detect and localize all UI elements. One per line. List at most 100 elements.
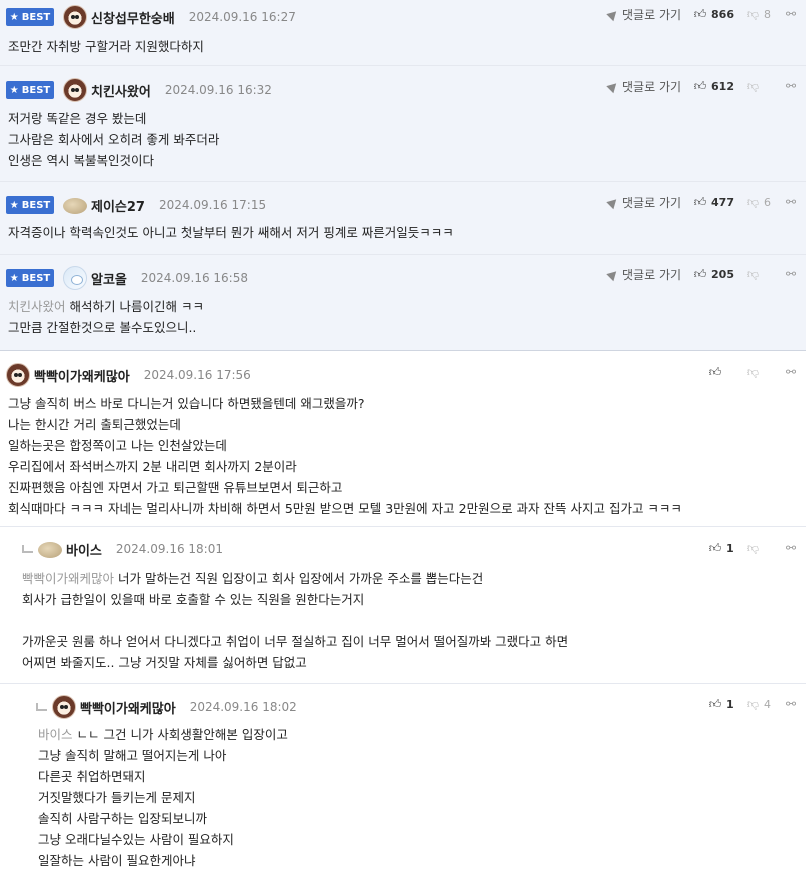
comment-text: 그사람은 회사에서 오히려 좋게 봐주더라 — [8, 132, 220, 147]
comment: 빡빡이가왜케많아 2024.09.16 17:56 👍︎ 👎︎ ⚯ 그냥 솔직히… — [0, 352, 806, 527]
thumbs-up-icon[interactable]: 👍︎ — [708, 697, 722, 711]
best-badge: ★ BEST — [6, 81, 54, 99]
thumbs-down-icon[interactable]: 👎︎ — [746, 267, 760, 281]
like-count: 477 — [711, 195, 734, 209]
nickname[interactable]: 알코올 — [91, 269, 127, 288]
reply-comment: 바이스 2024.09.16 18:01 👍︎ 1 👎︎ ⚯ 빡빡이가왜케많아 … — [0, 528, 806, 684]
reply-arrow-icon — [606, 195, 620, 209]
comment-text: 일하는곳은 합정쪽이고 나는 인천살았는데 — [8, 438, 227, 453]
comment-text-part: 해석하기 나름이긴해 ㅋㅋ — [69, 299, 204, 314]
link-icon[interactable]: ⚯ — [784, 7, 798, 21]
nickname[interactable]: 바이스 — [66, 540, 102, 559]
thumbs-down-icon[interactable]: 👎︎ — [746, 7, 760, 21]
comment-text: 그냥 솔직히 버스 바로 다니는거 있습니다 하면됐을텐데 왜그랬을까? — [8, 396, 365, 411]
avatar[interactable] — [52, 695, 76, 719]
comment-text: 조만간 자취방 구할거라 지원했다하지 — [8, 39, 204, 54]
goto-reply-label: 댓글로 가기 — [622, 195, 682, 210]
link-icon[interactable]: ⚯ — [784, 195, 798, 209]
comment-text: 그냥 솔직히 말해고 떨어지는게 나아 — [38, 748, 227, 763]
link-icon[interactable]: ⚯ — [784, 697, 798, 711]
like-count: 205 — [711, 267, 734, 281]
like-count: 612 — [711, 79, 734, 93]
like-count: 1 — [726, 541, 734, 555]
best-badge-label: BEST — [21, 11, 51, 23]
timestamp: 2024.09.16 16:58 — [140, 271, 248, 285]
comment-text: 가까운곳 원룸 하나 얻어서 다니겠다고 취업이 너무 절실하고 집이 너무 멀… — [22, 634, 569, 649]
thumbs-up-icon[interactable]: 👍︎ — [708, 365, 722, 379]
thumbs-down-icon[interactable]: 👎︎ — [746, 697, 760, 711]
reply-indent-icon — [22, 545, 33, 553]
best-comment: ★ BEST 치킨사왔어 2024.09.16 16:32 댓글로 가기 👍︎ 6… — [0, 66, 806, 182]
link-icon[interactable]: ⚯ — [784, 267, 798, 281]
comment-text: 자격증이나 학력속인것도 아니고 첫날부터 뭔가 쌔해서 저거 핑계로 짜른거일… — [8, 225, 454, 240]
comment-text: 치킨사왔어 해석하기 나름이긴해 ㅋㅋ — [8, 296, 204, 317]
reply-indent-icon — [36, 703, 47, 711]
best-badge: ★ BEST — [6, 8, 54, 26]
comment-text: 일잘하는 사람이 필요한게아냐 — [38, 853, 196, 868]
best-comment: ★ BEST 알코올 2024.09.16 16:58 댓글로 가기 👍︎ 205… — [0, 255, 806, 351]
avatar[interactable] — [6, 363, 30, 387]
nickname[interactable]: 빡빡이가왜케많아 — [80, 698, 176, 717]
comment-text: 인생은 역시 복불복인것이다 — [8, 153, 154, 168]
comment-text: 바이스 ㄴㄴ 그건 니가 사회생활안해본 입장이고 — [38, 724, 288, 745]
reply-arrow-icon — [606, 79, 620, 93]
like-count: 1 — [726, 697, 734, 711]
comment-text: 거짓말했다가 들키는게 문제지 — [38, 790, 196, 805]
thumbs-down-icon[interactable]: 👎︎ — [746, 541, 760, 555]
nickname[interactable]: 신창섭무한숭배 — [91, 8, 175, 27]
thumbs-down-icon[interactable]: 👎︎ — [746, 79, 760, 93]
timestamp: 2024.09.16 18:01 — [115, 542, 223, 556]
nickname[interactable]: 제이슨27 — [91, 196, 145, 215]
thumbs-up-icon[interactable]: 👍︎ — [693, 267, 707, 281]
goto-reply-link[interactable]: 댓글로 가기 — [606, 266, 682, 283]
avatar[interactable] — [63, 5, 87, 29]
goto-reply-link[interactable]: 댓글로 가기 — [606, 6, 682, 23]
comment-text-part: 너가 말하는건 직원 입장이고 회사 입장에서 가까운 주소를 뽑는다는건 — [118, 571, 484, 586]
dislike-count: 4 — [764, 697, 771, 711]
avatar[interactable] — [38, 542, 62, 558]
link-icon[interactable]: ⚯ — [784, 541, 798, 555]
thumbs-up-icon[interactable]: 👍︎ — [693, 79, 707, 93]
star-icon: ★ — [9, 199, 19, 211]
dislike-count: 8 — [764, 7, 771, 21]
timestamp: 2024.09.16 17:15 — [158, 198, 267, 212]
mention-link[interactable]: 치킨사왔어 — [8, 299, 66, 314]
best-badge: ★ BEST — [6, 196, 54, 214]
avatar[interactable] — [63, 266, 87, 290]
goto-reply-link[interactable]: 댓글로 가기 — [606, 78, 681, 95]
comment-text: 솔직히 사람구하는 입장되보니까 — [38, 811, 207, 826]
timestamp: 2024.09.16 18:02 — [189, 700, 297, 714]
thumbs-up-icon[interactable]: 👍︎ — [693, 7, 707, 21]
comment-text: 나는 한시간 거리 출퇴근했었는데 — [8, 417, 181, 432]
avatar[interactable] — [63, 78, 87, 102]
avatar[interactable] — [63, 198, 87, 214]
star-icon: ★ — [9, 272, 19, 284]
nickname[interactable]: 빡빡이가왜케많아 — [34, 366, 130, 385]
comment-text: 저거랑 똑같은 경우 봤는데 — [8, 111, 147, 126]
comment-text-part: ㄴㄴ 그건 니가 사회생활안해본 입장이고 — [76, 727, 288, 742]
goto-reply-label: 댓글로 가기 — [622, 7, 682, 22]
thumbs-down-icon[interactable]: 👎︎ — [746, 365, 760, 379]
comment-text: 빡빡이가왜케많아 너가 말하는건 직원 입장이고 회사 입장에서 가까운 주소를… — [22, 568, 568, 589]
link-icon[interactable]: ⚯ — [784, 79, 798, 93]
comment-text: 회사가 급한일이 있을때 바로 호출할 수 있는 직원을 원한다는거지 — [22, 592, 365, 607]
timestamp: 2024.09.16 17:56 — [143, 368, 251, 382]
comment-text: 그냥 오래다닐수있는 사람이 필요하지 — [38, 832, 234, 847]
best-comment: ★ BEST 신창섭무한숭배 2024.09.16 16:27 댓글로 가기 👍︎… — [0, 0, 806, 66]
thumbs-down-icon[interactable]: 👎︎ — [746, 195, 760, 209]
timestamp: 2024.09.16 16:32 — [164, 83, 272, 97]
nickname[interactable]: 치킨사왔어 — [91, 81, 151, 100]
thumbs-up-icon[interactable]: 👍︎ — [693, 195, 707, 209]
reply-arrow-icon — [606, 7, 620, 21]
comment-text: 그만큼 간절한것으로 볼수도있으니.. — [8, 320, 197, 335]
link-icon[interactable]: ⚯ — [784, 365, 798, 379]
goto-reply-link[interactable]: 댓글로 가기 — [606, 194, 682, 211]
mention-link[interactable]: 바이스 — [38, 727, 73, 742]
mention-link[interactable]: 빡빡이가왜케많아 — [22, 571, 114, 586]
dislike-count: 6 — [764, 195, 771, 209]
goto-reply-label: 댓글로 가기 — [622, 267, 682, 282]
thumbs-up-icon[interactable]: 👍︎ — [708, 541, 722, 555]
reply-comment: 빡빡이가왜케많아 2024.09.16 18:02 👍︎ 1 👎︎ 4 ⚯ 바이… — [0, 684, 806, 881]
star-icon: ★ — [9, 84, 19, 96]
comment-text: 회식때마다 ㅋㅋㅋ 자네는 멀리사니까 차비해 하면서 5만원 받으면 모텔 3… — [8, 501, 682, 516]
